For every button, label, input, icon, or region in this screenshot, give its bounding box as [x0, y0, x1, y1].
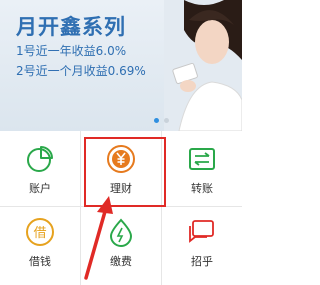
grid-item-label: 账户 [29, 182, 51, 195]
page-dot-active[interactable] [154, 118, 159, 123]
grid-item-chat[interactable]: 招乎 [162, 207, 242, 282]
page-dot[interactable] [164, 118, 169, 123]
grid-item-label: 转账 [191, 182, 213, 195]
transfer-icon [189, 148, 215, 170]
pie-chart-icon [27, 146, 53, 172]
grid-item-label: 借钱 [29, 255, 51, 268]
grid-item-label: 招乎 [191, 255, 213, 268]
banner-line-1: 1号近一年收益6.0% [16, 44, 127, 58]
grid-item-borrow[interactable]: 借 借钱 [0, 207, 80, 282]
borrow-icon: 借 [26, 218, 54, 246]
promo-banner[interactable]: 月开鑫系列 1号近一年收益6.0% 2号近一个月收益0.69% [0, 0, 242, 131]
banner-pagination[interactable] [154, 118, 169, 123]
banner-line-2: 2号近一个月收益0.69% [16, 64, 146, 78]
grid-item-account[interactable]: 账户 [0, 131, 80, 206]
pointer-arrow [84, 196, 113, 280]
banner-title: 月开鑫系列 [16, 15, 126, 39]
banner-person-image [164, 0, 242, 131]
svg-text:借: 借 [33, 226, 46, 241]
grid-item-transfer[interactable]: 转账 [162, 131, 242, 206]
chat-bubble-icon [189, 220, 214, 243]
